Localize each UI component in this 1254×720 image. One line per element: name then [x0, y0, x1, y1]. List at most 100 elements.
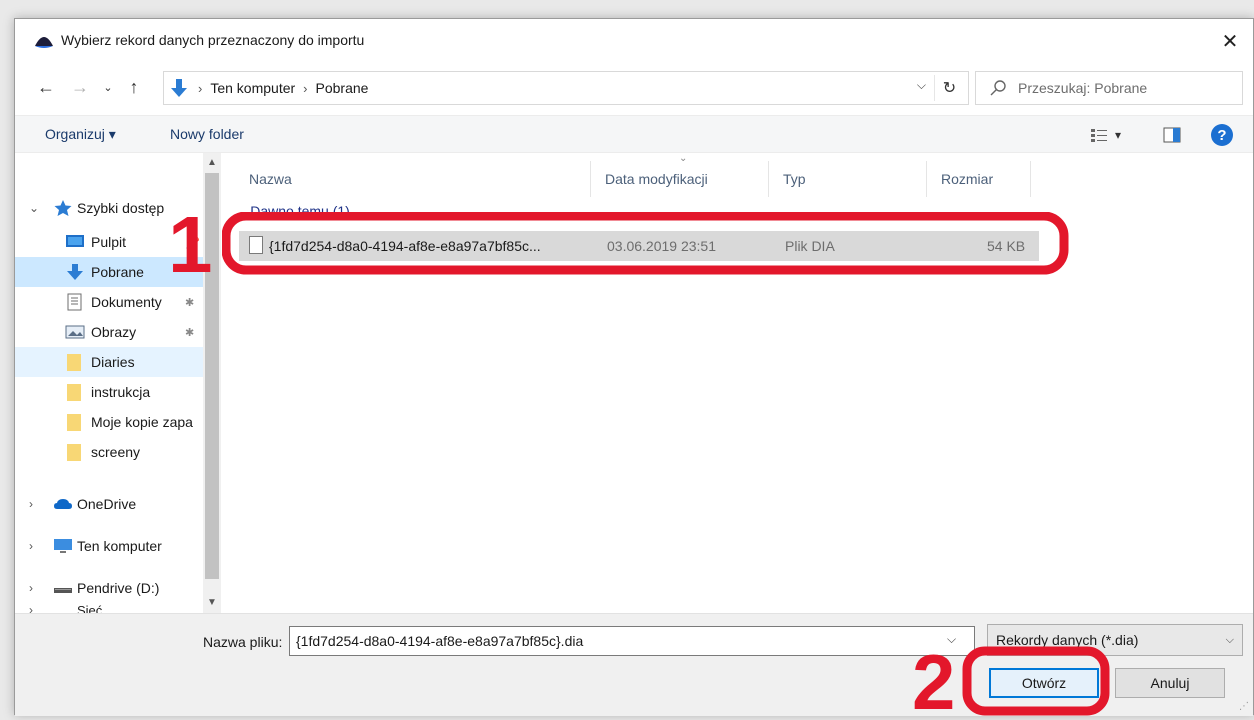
breadcrumb-separator: › — [198, 80, 203, 96]
new-folder-button[interactable]: Nowy folder — [170, 126, 244, 142]
help-icon[interactable]: ? — [1211, 124, 1233, 146]
star-icon — [54, 200, 72, 216]
nav-item-label: Pobrane — [91, 264, 144, 280]
resize-grip-icon[interactable]: ⋰ — [1239, 701, 1249, 712]
breadcrumb-separator: › — [303, 80, 308, 96]
address-history-dropdown-icon[interactable]: ⌵ — [917, 78, 926, 93]
column-header-name[interactable]: Nazwa — [235, 161, 591, 197]
search-input[interactable] — [1018, 80, 1238, 96]
forward-arrow-icon[interactable]: → — [67, 73, 93, 101]
file-size: 54 KB — [987, 238, 1026, 254]
group-header[interactable]: ⌄ Dawno temu (1) — [235, 203, 350, 219]
sort-chevron-icon: ⌄ — [679, 153, 688, 164]
view-options-icon[interactable] — [1091, 128, 1107, 142]
scroll-down-icon[interactable]: ▼ — [207, 597, 217, 608]
nav-item-label: Obrazy — [91, 324, 137, 340]
nav-quick-access[interactable]: ⌄ Szybki dostęp — [15, 193, 203, 223]
group-label: Dawno temu (1) — [250, 203, 350, 219]
column-header-size[interactable]: Rozmiar — [927, 161, 1031, 197]
nav-item-diaries[interactable]: Diaries — [15, 347, 203, 377]
expand-chevron-icon[interactable]: › — [29, 497, 33, 511]
nav-onedrive[interactable]: › OneDrive — [15, 489, 203, 519]
scrollbar-thumb[interactable] — [205, 173, 219, 579]
breadcrumb-this-pc[interactable]: Ten komputer — [210, 80, 295, 96]
nav-item-label: instrukcja — [91, 384, 151, 400]
view-menu-chevron-icon[interactable]: ▾ — [1115, 128, 1121, 142]
filetype-dropdown-icon: ⌵ — [1225, 634, 1234, 646]
nav-item-desktop[interactable]: Pulpit 📌 — [15, 227, 203, 257]
nav-this-pc-label: Ten komputer — [77, 538, 162, 554]
file-icon — [249, 236, 263, 254]
expand-chevron-icon[interactable]: ⌄ — [29, 201, 39, 215]
folder-icon — [67, 384, 81, 401]
app-logo-icon — [35, 37, 53, 48]
nav-item-downloads[interactable]: Pobrane — [15, 257, 203, 287]
column-header-type[interactable]: Typ — [769, 161, 927, 197]
close-button[interactable]: ✕ — [1207, 19, 1253, 63]
open-button[interactable]: Otwórz — [989, 668, 1099, 698]
scroll-up-icon[interactable]: ▲ — [207, 157, 217, 168]
file-type: Plik DIA — [785, 238, 835, 254]
filetype-select[interactable]: Rekordy danych (*.dia) ⌵ — [987, 624, 1243, 656]
cloud-icon — [54, 499, 72, 509]
filetype-value: Rekordy danych (*.dia) — [996, 632, 1139, 648]
preview-pane-icon[interactable] — [1163, 127, 1181, 143]
nav-item-label: Moje kopie zapa — [91, 414, 193, 430]
nav-scrollbar[interactable]: ▲ ▼ — [203, 153, 221, 613]
nav-item-label: Dokumenty — [91, 294, 162, 310]
filename-input[interactable] — [289, 626, 975, 656]
nav-item-label: Pulpit — [91, 234, 127, 250]
desktop-icon — [66, 235, 84, 247]
bottom-panel: Nazwa pliku: ⌵ Rekordy danych (*.dia) ⌵ … — [15, 613, 1253, 716]
organize-menu-button[interactable]: Organizuj ▾ — [45, 126, 116, 143]
address-bar[interactable]: › Ten komputer › Pobrane ⌵ ↻ — [163, 71, 969, 105]
nav-item-label: screeny — [91, 444, 141, 460]
nav-onedrive-label: OneDrive — [77, 496, 137, 512]
filename-dropdown-icon[interactable]: ⌵ — [947, 632, 956, 647]
pin-icon: ✱ — [185, 296, 195, 309]
nav-item-instrukcja[interactable]: instrukcja — [15, 377, 203, 407]
command-toolbar: Organizuj ▾ Nowy folder ▾ ? — [15, 115, 1253, 153]
column-header-date[interactable]: Data modyfikacji — [591, 161, 769, 197]
nav-item-label: Diaries — [91, 354, 135, 370]
navigation-bar: ← → ⌄ ↑ › Ten komputer › Pobrane ⌵ ↻ — [15, 69, 1253, 109]
refresh-icon[interactable]: ↻ — [934, 75, 964, 101]
nav-quick-access-label: Szybki dostęp — [77, 200, 165, 216]
up-arrow-icon[interactable]: ↑ — [121, 73, 147, 101]
file-list: Nazwa Data modyfikacji Typ Rozmiar ⌄ ⌄ Da… — [225, 153, 1253, 613]
search-box[interactable] — [975, 71, 1243, 105]
collapse-chevron-icon[interactable]: ⌄ — [235, 207, 244, 219]
nav-pendrive-label: Pendrive (D:) — [77, 580, 160, 596]
nav-this-pc[interactable]: › Ten komputer — [15, 531, 203, 561]
usb-drive-icon — [54, 588, 72, 593]
navigation-pane: ⌄ Szybki dostęp Pulpit 📌 Pobrane Dokumen… — [15, 153, 223, 613]
nav-item-backups[interactable]: Moje kopie zapa — [15, 407, 203, 437]
search-icon — [990, 80, 1006, 96]
folder-icon — [67, 354, 81, 371]
nav-item-pictures[interactable]: Obrazy ✱ — [15, 317, 203, 347]
recent-locations-chevron-icon[interactable]: ⌄ — [95, 73, 121, 101]
download-icon — [171, 79, 187, 97]
filename-label: Nazwa pliku: — [203, 634, 283, 650]
folder-icon — [67, 414, 81, 431]
expand-chevron-icon[interactable]: › — [29, 581, 33, 595]
nav-item-documents[interactable]: Dokumenty ✱ — [15, 287, 203, 317]
window-title: Wybierz rekord danych przeznaczony do im… — [61, 32, 365, 48]
file-open-dialog: Wybierz rekord danych przeznaczony do im… — [14, 18, 1254, 716]
cancel-button[interactable]: Anuluj — [1115, 668, 1225, 698]
nav-item-screeny[interactable]: screeny — [15, 437, 203, 467]
expand-chevron-icon[interactable]: › — [29, 539, 33, 553]
pin-icon: ✱ — [185, 326, 195, 339]
folder-icon — [67, 444, 81, 461]
pin-icon: 📌 — [185, 235, 200, 249]
download-icon — [67, 264, 83, 280]
back-arrow-icon[interactable]: ← — [33, 73, 59, 101]
breadcrumb-downloads[interactable]: Pobrane — [316, 80, 369, 96]
nav-pendrive[interactable]: › Pendrive (D:) — [15, 573, 203, 603]
documents-icon — [67, 293, 82, 311]
pictures-icon — [65, 325, 85, 339]
file-row[interactable]: {1fd7d254-d8a0-4194-af8e-e8a97a7bf85c...… — [239, 231, 1039, 261]
title-bar: Wybierz rekord danych przeznaczony do im… — [15, 19, 1253, 63]
computer-icon — [54, 539, 72, 553]
file-name: {1fd7d254-d8a0-4194-af8e-e8a97a7bf85c... — [269, 238, 541, 254]
